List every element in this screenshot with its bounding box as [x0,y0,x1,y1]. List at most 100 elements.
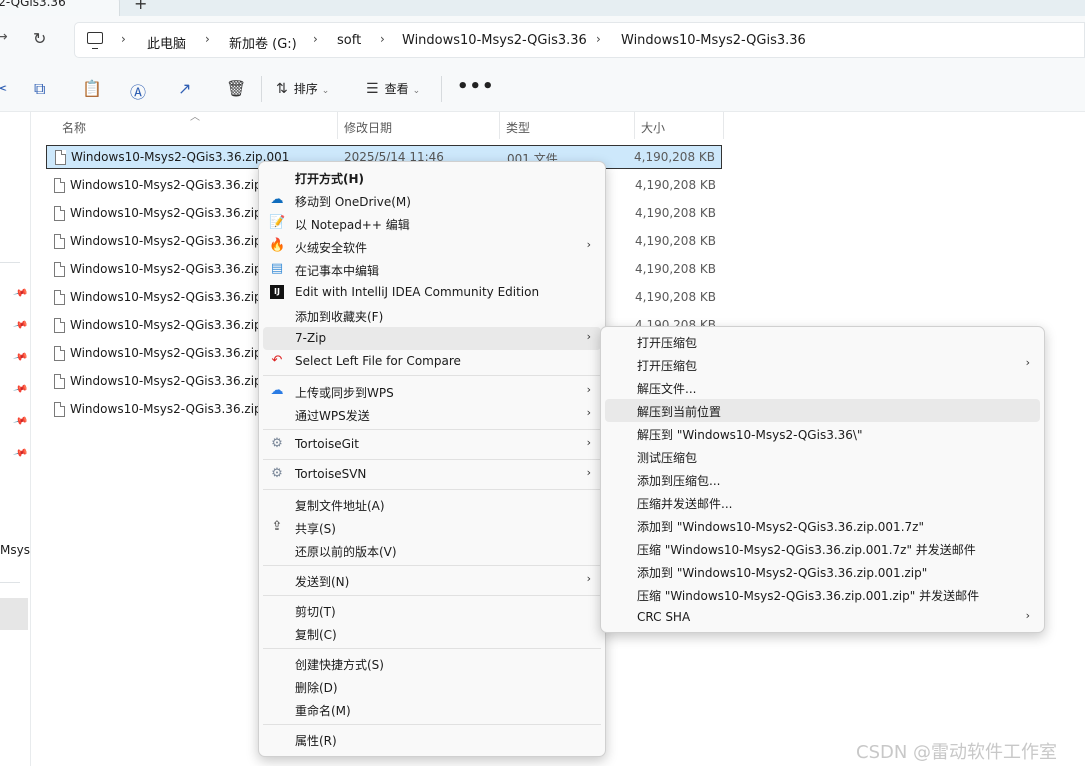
file-icon [54,234,65,249]
file-icon [54,262,65,277]
file-name: Windows10-Msys2-QGis3.36.zip. [70,262,266,276]
7zip-submenu: 打开压缩包 打开压缩包 › 解压文件... 解压到当前位置 解压到 "Windo… [600,326,1045,633]
file-icon [54,206,65,221]
navigation-pane: 📌 📌 📌 📌 📌 📌 Msys [0,112,31,766]
watermark: CSDN @雷动软件工作室 [856,742,1058,763]
command-bar: ✂ ⧉ 📋 Ⓐ ↗ 🗑 ⇅ 排序 ⌄ ☰ 查看 ⌄ ••• [0,64,1085,112]
forward-arrow-icon[interactable]: → [0,29,8,45]
column-divider[interactable] [723,112,724,139]
submenu-item-compress-zip-email[interactable]: 压缩 "Windows10-Msys2-QGis3.36.zip.001.zip… [605,583,1040,606]
menu-item-rename[interactable]: 重命名(M) [263,698,601,721]
menu-item-delete[interactable]: 删除(D) [263,675,601,698]
chevron-right-icon[interactable]: › [313,32,318,46]
file-size: 4,190,208 KB [635,206,716,220]
chevron-right-icon: › [586,406,591,419]
tab-current-folder[interactable]: s2-QGis3.36 [0,0,120,16]
file-name: Windows10-Msys2-QGis3.36.zip. [70,346,266,360]
submenu-item-extract-to-folder[interactable]: 解压到 "Windows10-Msys2-QGis3.36\" [605,422,1040,445]
sort-button[interactable]: ⇅ 排序 ⌄ [276,80,329,97]
menu-item-create-shortcut[interactable]: 创建快捷方式(S) [263,652,601,675]
share-icon[interactable]: ↗ [178,79,191,98]
onedrive-icon: ☁ [270,192,284,207]
menu-item-send-to[interactable]: 发送到(N) › [263,569,601,592]
menu-separator [263,565,601,566]
more-options-button[interactable]: ••• [457,76,495,97]
view-button[interactable]: ☰ 查看 ⌄ [366,80,420,97]
chevron-right-icon[interactable]: › [380,32,385,46]
menu-item-move-onedrive[interactable]: ☁ 移动到 OneDrive(M) [263,189,601,212]
submenu-item-extract-here[interactable]: 解压到当前位置 [605,399,1040,422]
menu-item-copy[interactable]: 复制(C) [263,622,601,645]
breadcrumb-soft[interactable]: soft [337,33,361,48]
column-header-size[interactable]: 大小 [635,112,723,138]
menu-separator [263,459,601,460]
tortoisesvn-icon: ⚙ [271,466,283,481]
submenu-item-add-to-archive[interactable]: 添加到压缩包... [605,468,1040,491]
menu-separator [263,724,601,725]
cut-icon[interactable]: ✂ [0,79,7,98]
menu-item-wps-send[interactable]: 通过WPS发送 › [263,403,601,426]
chevron-right-icon: › [586,466,591,479]
menu-item-compare[interactable]: ↶ Select Left File for Compare [263,350,601,373]
menu-item-intellij[interactable]: IJ Edit with IntelliJ IDEA Community Edi… [263,281,601,304]
menu-separator [263,489,601,490]
submenu-item-open-archive[interactable]: 打开压缩包 [605,330,1040,353]
menu-item-restore-versions[interactable]: 还原以前的版本(V) [263,539,601,562]
menu-item-wps-upload[interactable]: ☁ 上传或同步到WPS › [263,380,601,403]
chevron-right-icon[interactable]: › [205,32,210,46]
menu-item-copy-path[interactable]: 复制文件地址(A) [263,493,601,516]
submenu-item-compress-7z-email[interactable]: 压缩 "Windows10-Msys2-QGis3.36.zip.001.7z"… [605,537,1040,560]
menu-item-huorong[interactable]: 🔥 火绒安全软件 › [263,235,601,258]
menu-item-properties[interactable]: 属性(R) [263,728,601,751]
huorong-icon: 🔥 [269,238,286,253]
file-icon [54,290,65,305]
pin-icon: 📌 [12,445,29,462]
submenu-item-extract-files[interactable]: 解压文件... [605,376,1040,399]
rename-icon[interactable]: Ⓐ [130,79,146,103]
new-tab-button[interactable]: + [134,0,147,13]
file-name: Windows10-Msys2-QGis3.36.zip. [70,206,266,220]
compare-icon: ↶ [271,353,283,368]
menu-item-cut[interactable]: 剪切(T) [263,599,601,622]
chevron-down-icon: ⌄ [412,86,421,96]
file-name: Windows10-Msys2-QGis3.36.zip. [70,374,266,388]
refresh-icon[interactable]: ↻ [33,29,46,48]
address-bar[interactable]: › 此电脑 › 新加卷 (G:) › soft › Windows10-Msys… [74,22,1085,58]
menu-item-7zip[interactable]: 7-Zip › [263,327,601,350]
chevron-right-icon[interactable]: › [121,32,126,46]
breadcrumb-folder-parent[interactable]: Windows10-Msys2-QGis3.36 [402,33,587,48]
menu-item-share[interactable]: ⇪ 共享(S) [263,516,601,539]
breadcrumb-this-pc[interactable]: 此电脑 [147,33,186,52]
file-name: Windows10-Msys2-QGis3.36.zip. [70,178,266,192]
paste-icon[interactable]: 📋 [82,79,102,98]
breadcrumb-folder-current[interactable]: Windows10-Msys2-QGis3.36 [621,33,806,48]
copy-icon[interactable]: ⧉ [34,79,45,99]
column-header-name[interactable]: 名称 [46,112,338,138]
menu-item-tortoisesvn[interactable]: ⚙ TortoiseSVN › [263,463,601,486]
chevron-right-icon: › [586,330,591,343]
menu-item-tortoisegit[interactable]: ⚙ TortoiseGit › [263,433,601,456]
submenu-item-crc-sha[interactable]: CRC SHA › [605,606,1040,629]
file-name: Windows10-Msys2-QGis3.36.zip. [70,234,266,248]
chevron-right-icon[interactable]: › [596,32,601,46]
column-header-type[interactable]: 类型 [500,112,634,138]
menu-item-open-with[interactable]: 打开方式(H) [263,166,601,189]
nav-item-selected[interactable] [0,598,28,630]
breadcrumb-drive-g[interactable]: 新加卷 (G:) [229,33,297,52]
submenu-item-add-to-zip[interactable]: 添加到 "Windows10-Msys2-QGis3.36.zip.001.zi… [605,560,1040,583]
delete-icon[interactable]: 🗑 [226,79,246,98]
menu-item-notepadpp[interactable]: 📝 以 Notepad++ 编辑 [263,212,601,235]
pin-icon: 📌 [12,317,29,334]
column-header-date[interactable]: 修改日期 [338,112,499,138]
chevron-right-icon: › [586,572,591,585]
menu-item-add-favorites[interactable]: 添加到收藏夹(F) [263,304,601,327]
menu-item-notepad[interactable]: ▤ 在记事本中编辑 [263,258,601,281]
chevron-right-icon: › [586,383,591,396]
submenu-item-test-archive[interactable]: 测试压缩包 [605,445,1040,468]
pin-icon: 📌 [12,413,29,430]
submenu-item-compress-email[interactable]: 压缩并发送邮件... [605,491,1040,514]
nav-item-partial[interactable]: Msys [0,543,30,557]
submenu-item-add-to-7z[interactable]: 添加到 "Windows10-Msys2-QGis3.36.zip.001.7z… [605,514,1040,537]
submenu-item-open-archive-more[interactable]: 打开压缩包 › [605,353,1040,376]
address-row: → ↻ › 此电脑 › 新加卷 (G:) › soft › Windows10-… [0,16,1085,64]
